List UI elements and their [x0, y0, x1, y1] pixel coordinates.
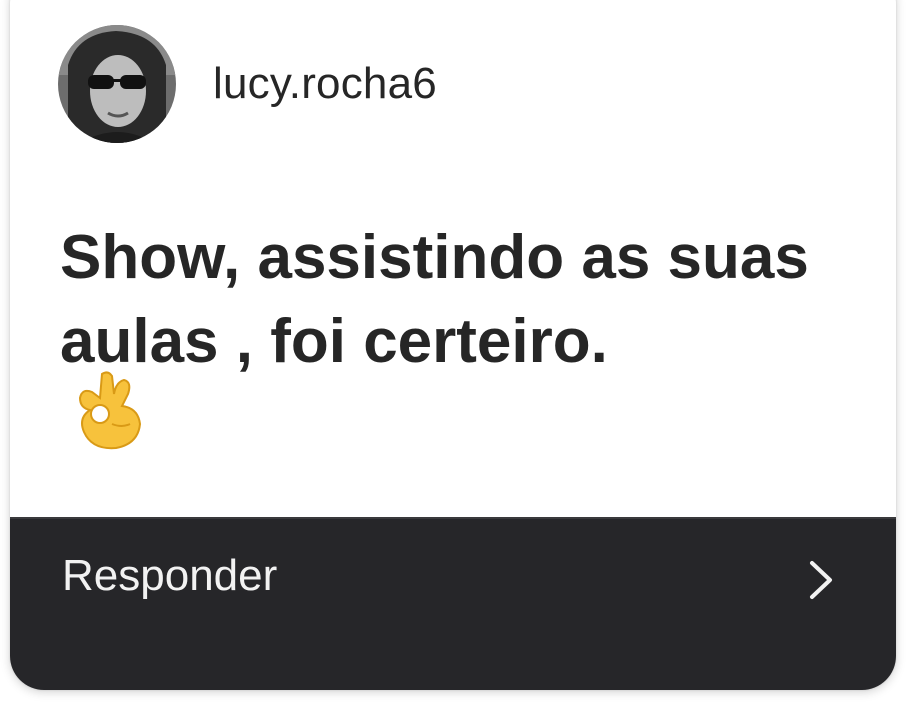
- comment-text: Show, assistindo as suas aulas , foi cer…: [60, 223, 809, 376]
- ok-hand-emoji-icon: [72, 368, 146, 450]
- reply-button[interactable]: Responder: [10, 517, 896, 690]
- comment-screen: lucy.rocha6 Show, assistindo as suas aul…: [0, 0, 912, 702]
- profile-photo-icon: [58, 25, 176, 143]
- username[interactable]: lucy.rocha6: [213, 59, 437, 109]
- avatar[interactable]: [58, 25, 176, 143]
- reply-label: Responder: [62, 551, 278, 600]
- chevron-right-icon: [810, 561, 832, 599]
- comment-card: lucy.rocha6 Show, assistindo as suas aul…: [10, 0, 896, 690]
- comment-header: lucy.rocha6: [58, 24, 437, 144]
